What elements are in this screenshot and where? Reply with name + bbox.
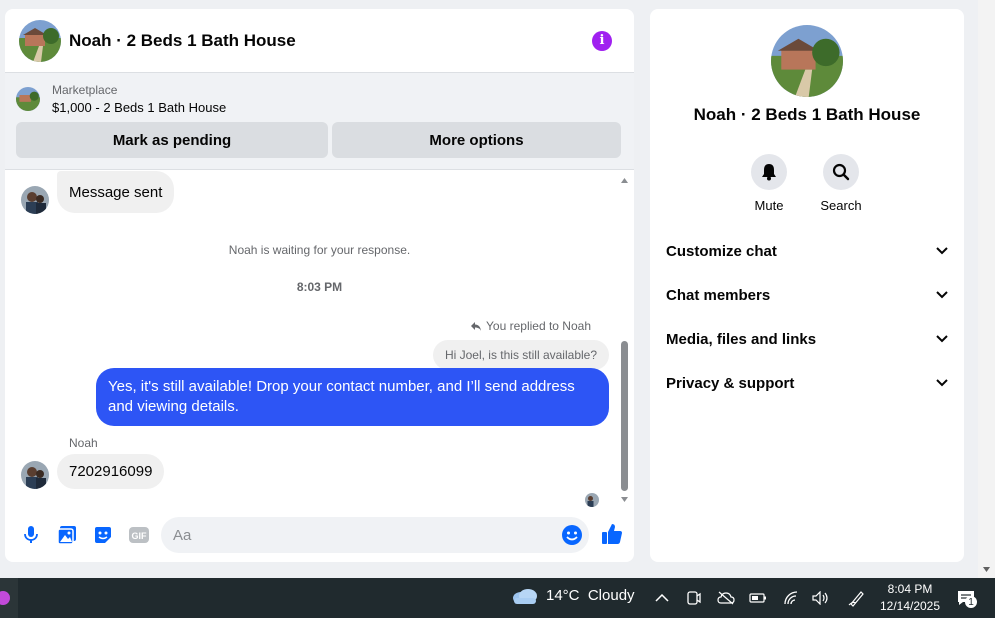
chevron-up-icon[interactable] — [652, 588, 672, 608]
listing-avatar[interactable] — [19, 19, 61, 62]
profile-avatar[interactable] — [771, 25, 843, 97]
chevron-down-icon — [936, 291, 948, 299]
message-bubble[interactable]: Message sent — [57, 171, 175, 213]
read-receipt-avatar — [585, 493, 599, 507]
taskbar: 14°C Cloudy 8:04 PM 12/14/2025 1 — [0, 578, 995, 618]
bell-icon — [762, 164, 776, 181]
composer: GIF — [5, 508, 634, 562]
mute-label: Mute — [754, 198, 784, 213]
profile-title: Noah · 2 Beds 1 Bath House — [693, 105, 921, 124]
message-input[interactable] — [173, 526, 543, 544]
mark-pending-button[interactable]: Mark as pending — [16, 122, 328, 158]
notification-count: 1 — [965, 596, 977, 608]
search-label: Search — [820, 198, 862, 213]
clock-date: 12/14/2025 — [879, 599, 941, 613]
reply-note-text: You replied to Noah — [486, 319, 591, 333]
message-list: Message sent Noah is waiting for your re… — [5, 171, 634, 507]
message-input-wrapper — [161, 517, 589, 553]
section-media-files-links[interactable]: Media, files and links — [666, 317, 948, 361]
timestamp: 8:03 PM — [296, 280, 343, 294]
section-chat-members[interactable]: Chat members — [666, 273, 948, 317]
scroll-thumb[interactable] — [621, 341, 628, 491]
sent-message[interactable]: Yes, it's still available! Drop your con… — [96, 368, 609, 426]
more-options-button[interactable]: More options — [332, 122, 621, 158]
section-label: Chat members — [666, 286, 771, 304]
chevron-down-icon — [936, 247, 948, 255]
gif-icon[interactable]: GIF — [127, 523, 151, 547]
wifi-icon[interactable] — [781, 588, 801, 608]
section-label: Customize chat — [666, 242, 777, 260]
chat-header: Noah · 2 Beds 1 Bath House i — [5, 9, 634, 73]
sticker-icon[interactable] — [91, 523, 115, 547]
info-icon[interactable]: i — [592, 30, 612, 51]
sender-name: Noah — [69, 436, 98, 450]
search-icon — [832, 163, 850, 181]
meet-now-icon[interactable] — [684, 588, 704, 608]
page-scrollbar[interactable] — [978, 0, 995, 578]
chevron-down-icon — [936, 335, 948, 343]
info-panel: Noah · 2 Beds 1 Bath House Mute Search C… — [650, 9, 964, 562]
chat-panel: Noah · 2 Beds 1 Bath House i Marketplace… — [5, 9, 634, 562]
cloud-icon — [513, 588, 537, 604]
reply-note: You replied to Noah — [470, 319, 591, 333]
received-message[interactable]: 7202916099 — [57, 454, 165, 489]
marketplace-banner: Marketplace $1,000 - 2 Beds 1 Bath House… — [5, 73, 634, 170]
microphone-icon[interactable] — [19, 523, 43, 547]
weather-text: 14°C Cloudy — [546, 587, 635, 604]
svg-text:GIF: GIF — [132, 531, 148, 541]
reply-icon — [471, 322, 482, 331]
emoji-icon[interactable] — [561, 524, 583, 551]
listing-title[interactable]: $1,000 - 2 Beds 1 Bath House — [52, 100, 226, 115]
photo-icon[interactable] — [55, 523, 79, 547]
search-button[interactable]: Search — [816, 154, 866, 213]
clock[interactable]: 8:04 PM 12/14/2025 — [876, 581, 944, 615]
avatar[interactable] — [21, 186, 49, 214]
chevron-down-icon — [936, 379, 948, 387]
weather-widget[interactable]: 14°C Cloudy — [512, 587, 635, 604]
mute-button[interactable]: Mute — [744, 154, 794, 213]
waiting-notice: Noah is waiting for your response. — [228, 243, 411, 257]
quoted-message[interactable]: Hi Joel, is this still available? — [432, 340, 609, 370]
listing-thumbnail[interactable] — [16, 87, 40, 111]
app-icon[interactable] — [0, 578, 18, 618]
section-privacy-support[interactable]: Privacy & support — [666, 361, 948, 405]
battery-icon[interactable] — [748, 588, 768, 608]
notification-icon[interactable]: 1 — [952, 588, 980, 608]
marketplace-label: Marketplace — [52, 83, 118, 97]
section-label: Media, files and links — [666, 330, 817, 348]
cloud-sync-icon[interactable] — [716, 588, 736, 608]
message-scrollbar[interactable] — [620, 177, 629, 503]
section-label: Privacy & support — [666, 374, 795, 392]
clock-time: 8:04 PM — [887, 582, 933, 596]
pen-icon[interactable] — [847, 588, 867, 608]
avatar[interactable] — [21, 461, 49, 489]
like-icon[interactable] — [600, 522, 624, 551]
chat-title[interactable]: Noah · 2 Beds 1 Bath House — [69, 31, 592, 51]
section-customize-chat[interactable]: Customize chat — [666, 229, 948, 273]
volume-icon[interactable] — [811, 588, 831, 608]
